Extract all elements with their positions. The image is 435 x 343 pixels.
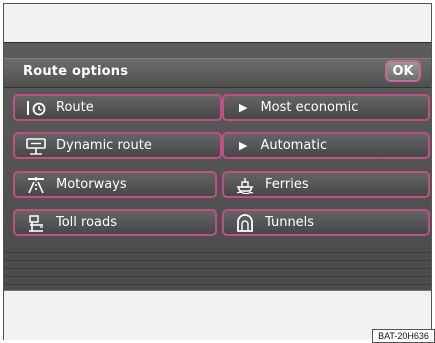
motorway-icon (24, 176, 48, 194)
route-label: Route (56, 100, 94, 115)
display-empty-rows (4, 245, 431, 289)
tunnels-button[interactable]: Tunnels (222, 209, 430, 236)
dynamic-route-value-button[interactable]: ▶ Automatic (222, 132, 430, 159)
ferry-icon (233, 176, 257, 194)
ferries-button[interactable]: Ferries (222, 171, 430, 198)
figure-code: BAT-20H636 (372, 329, 435, 343)
tunnel-icon (233, 213, 257, 232)
page-title: Route options (23, 64, 129, 79)
ok-button[interactable]: OK (385, 60, 421, 82)
ferries-label: Ferries (265, 177, 309, 192)
tunnels-label: Tunnels (265, 215, 315, 230)
route-button[interactable]: Route (13, 94, 222, 121)
top-bezel (4, 4, 431, 42)
route-value: Most economic (260, 100, 359, 115)
traffic-sign-icon (24, 137, 48, 155)
route-clock-icon (24, 99, 48, 117)
dynamic-route-value: Automatic (260, 138, 328, 153)
toll-roads-button[interactable]: Toll roads (13, 209, 217, 236)
play-icon: ▶ (239, 101, 248, 114)
route-value-button[interactable]: ▶ Most economic (222, 94, 430, 121)
play-icon: ▶ (239, 139, 248, 152)
bottom-bezel (4, 290, 431, 340)
motorways-button[interactable]: Motorways (13, 171, 217, 198)
motorways-label: Motorways (56, 177, 127, 192)
dynamic-route-label: Dynamic route (56, 138, 152, 153)
dynamic-route-button[interactable]: Dynamic route (13, 132, 222, 159)
toll-booth-icon (24, 214, 48, 232)
toll-roads-label: Toll roads (56, 215, 118, 230)
